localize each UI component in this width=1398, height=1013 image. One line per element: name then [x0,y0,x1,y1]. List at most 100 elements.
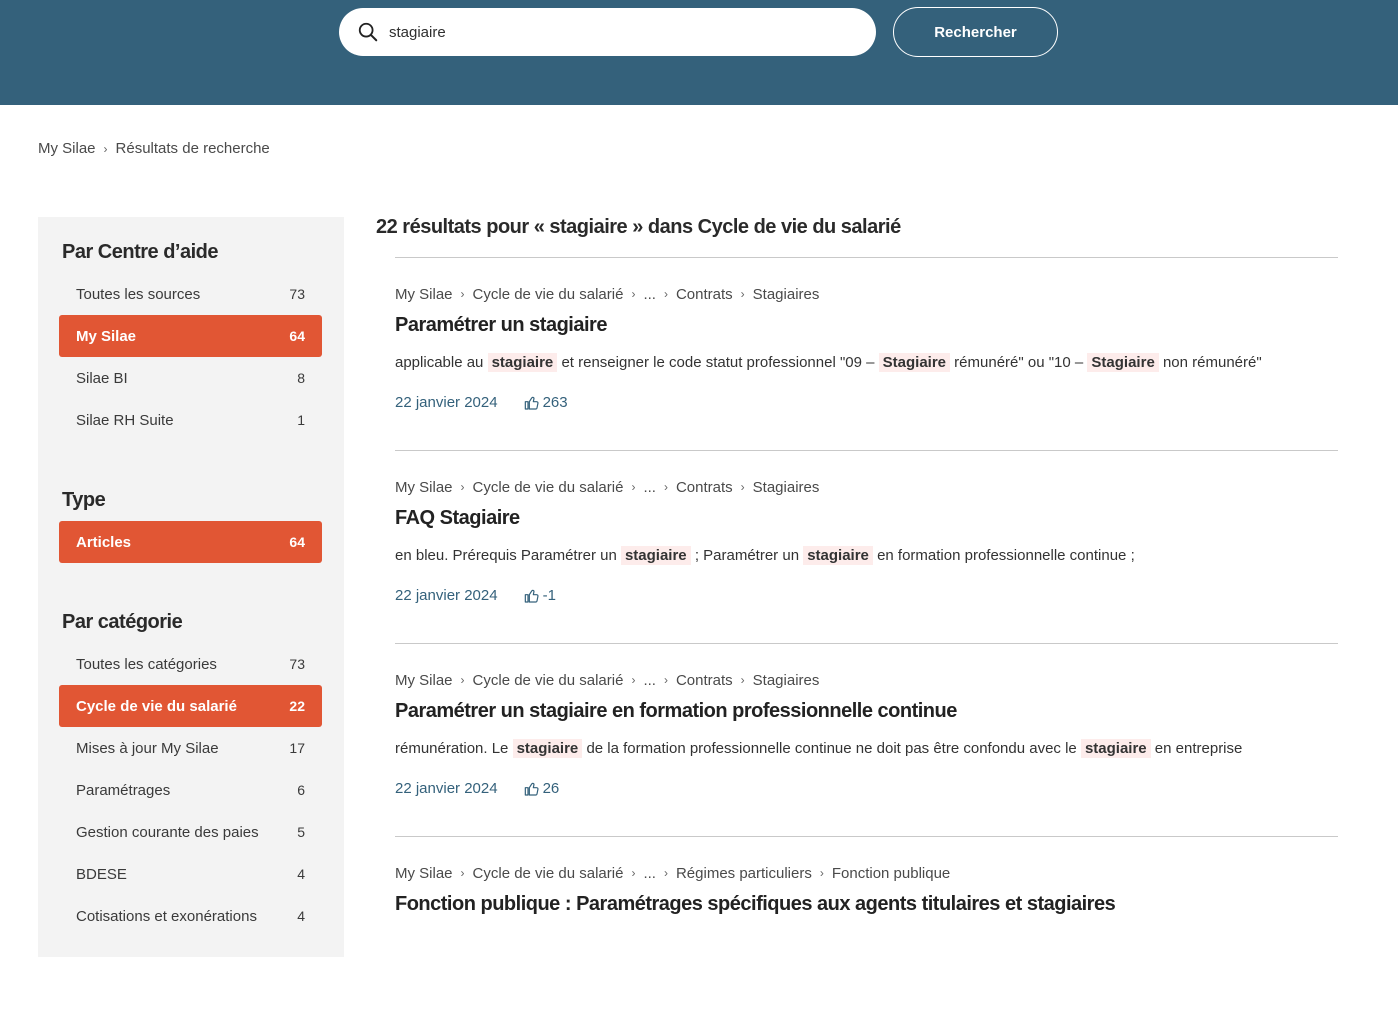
search-input[interactable] [387,22,831,42]
filter-item-all-categories[interactable]: Toutes les catégories 73 [59,643,322,685]
breadcrumb-separator: › [460,866,465,880]
result-divider [395,257,1338,258]
result-vote-count: 263 [542,394,568,411]
result-breadcrumb-link[interactable]: Régimes particuliers [676,865,812,882]
result-breadcrumb-link[interactable]: My Silae [395,672,453,689]
result-breadcrumb-link[interactable]: ... [643,672,656,689]
result-breadcrumb: My Silae › Cycle de vie du salarié ›... › Rég… [395,863,1338,883]
breadcrumb-home-link[interactable]: My Silae [38,140,96,157]
result-breadcrumb-link[interactable]: Contrats [676,479,733,496]
result-snippet: rémunération. Le stagiaire de la formati… [395,739,1243,758]
filter-item-label: Cotisations et exonérations [76,907,257,925]
result-breadcrumb-link[interactable]: Stagiaires [753,286,820,303]
filter-item-count: 4 [297,908,305,924]
result-date: 22 janvier 2024 [395,780,498,797]
filter-item-all-sources[interactable]: Toutes les sources 73 [59,273,322,315]
result-divider [395,643,1338,644]
filter-item-label: Mises à jour My Silae [76,739,219,757]
filter-item-count: 1 [297,412,305,428]
filter-item-count: 73 [289,656,305,672]
result-breadcrumb: My Silae › Cycle de vie du salarié ›... › Con… [395,477,1338,497]
breadcrumb-separator: › [460,480,465,494]
snippet-text: en entreprise [1150,740,1243,757]
result-votes: 263 [524,394,568,411]
result-title-link[interactable]: FAQ Stagiaire [395,507,520,530]
filter-item-count: 64 [289,534,305,550]
filter-item-cotisations[interactable]: Cotisations et exonérations 4 [59,895,322,937]
result-breadcrumb-link[interactable]: My Silae [395,479,453,496]
result-breadcrumb-link[interactable]: ... [643,865,656,882]
result-breadcrumb-link[interactable]: Cycle de vie du salarié [473,672,624,689]
result-breadcrumb-link[interactable]: Stagiaires [753,672,820,689]
result-breadcrumb-link[interactable]: My Silae [395,865,453,882]
breadcrumb-separator: › [460,287,465,301]
result-meta: 22 janvier 2024 263 [395,394,568,411]
filter-item-count: 64 [289,328,305,344]
snippet-highlight: stagiaire [803,546,873,565]
filter-item-count: 4 [297,866,305,882]
filter-item-bdese[interactable]: BDESE 4 [59,853,322,895]
result-breadcrumb-link[interactable]: Stagiaires [753,479,820,496]
search-box[interactable] [339,8,876,56]
breadcrumb-separator: › [631,673,636,687]
result-title-link[interactable]: Fonction publique : Paramétrages spécifi… [395,893,1116,916]
filter-title-type: Type [62,489,106,511]
breadcrumb-separator: › [740,673,745,687]
filter-item-count: 22 [289,698,305,714]
breadcrumb-separator: › [663,673,668,687]
filter-item-count: 5 [297,824,305,840]
filter-item-articles[interactable]: Articles 64 [59,521,322,563]
result-breadcrumb-link[interactable]: Contrats [676,672,733,689]
snippet-text: rémunération. Le [395,740,513,757]
result-breadcrumb-link[interactable]: ... [643,286,656,303]
filter-item-label: BDESE [76,865,127,883]
breadcrumb-separator: › [663,866,668,880]
filter-item-silae-rh-suite[interactable]: Silae RH Suite 1 [59,399,322,441]
result-breadcrumb-link[interactable]: Contrats [676,286,733,303]
search-result: My Silae › Cycle de vie du salarié ›... › Con… [395,477,1338,627]
result-snippet: applicable au stagiaire et renseigner le… [395,353,1262,372]
result-meta: 22 janvier 2024 -1 [395,587,556,604]
result-breadcrumb-link[interactable]: Fonction publique [832,865,950,882]
snippet-text: de la formation professionnelle continue… [582,740,1081,757]
filter-item-gestion-courante[interactable]: Gestion courante des paies 5 [59,811,322,853]
breadcrumb-separator: › [740,480,745,494]
result-meta: 22 janvier 2024 26 [395,780,559,797]
snippet-highlight: stagiaire [487,353,558,372]
breadcrumb: My Silae › Résultats de recherche [38,140,270,157]
snippet-highlight: Stagiaire [878,353,951,372]
filter-title-help-center: Par Centre d’aide [62,241,219,263]
result-date: 22 janvier 2024 [395,587,498,604]
snippet-highlight: stagiaire [1080,739,1151,758]
result-votes: 26 [524,780,559,797]
thumbs-up-icon [524,589,539,603]
filter-item-my-silae[interactable]: My Silae 64 [59,315,322,357]
search-button[interactable]: Rechercher [893,7,1058,57]
breadcrumb-separator: › [819,866,824,880]
filter-item-mises-a-jour[interactable]: Mises à jour My Silae 17 [59,727,322,769]
filter-item-silae-bi[interactable]: Silae BI 8 [59,357,322,399]
breadcrumb-separator: › [740,287,745,301]
result-breadcrumb-link[interactable]: ... [643,479,656,496]
breadcrumb-separator: › [460,673,465,687]
breadcrumb-separator: › [663,287,668,301]
search-result: My Silae › Cycle de vie du salarié ›... › Rég… [395,863,1338,1013]
filter-item-label: Gestion courante des paies [76,823,259,841]
result-breadcrumb-link[interactable]: Cycle de vie du salarié [473,479,624,496]
result-divider [395,836,1338,837]
filter-title-category: Par catégorie [62,611,183,633]
snippet-text: applicable au [395,354,488,371]
result-title-link[interactable]: Paramétrer un stagiaire en formation pro… [395,700,957,723]
filter-item-label: Cycle de vie du salarié [76,697,237,715]
result-votes: -1 [524,587,556,604]
result-title-link[interactable]: Paramétrer un stagiaire [395,314,607,337]
filter-sidebar: Par Centre d’aide Toutes les sources 73 … [38,217,344,957]
filter-item-cycle-de-vie[interactable]: Cycle de vie du salarié 22 [59,685,322,727]
result-breadcrumb-link[interactable]: Cycle de vie du salarié [473,865,624,882]
result-breadcrumb-link[interactable]: Cycle de vie du salarié [473,286,624,303]
snippet-text: ; Paramétrer un [690,547,804,564]
result-breadcrumb-link[interactable]: My Silae [395,286,453,303]
breadcrumb-separator: › [663,480,668,494]
filter-item-parametrages[interactable]: Paramétrages 6 [59,769,322,811]
result-breadcrumb: My Silae › Cycle de vie du salarié ›... › Con… [395,284,1338,304]
